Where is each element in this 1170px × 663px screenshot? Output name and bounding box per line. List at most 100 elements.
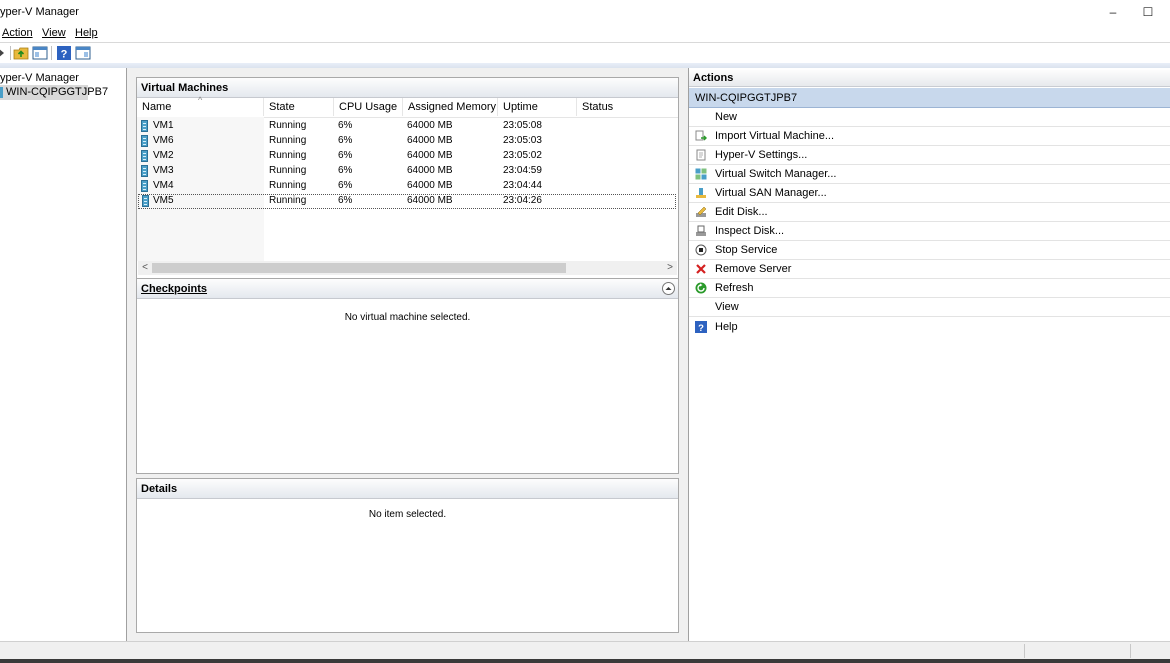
column-header-state[interactable]: State: [264, 98, 334, 116]
menu-help[interactable]: Help: [75, 27, 98, 39]
action-edit-disk-label: Edit Disk...: [715, 206, 768, 218]
action-refresh[interactable]: Refresh: [689, 279, 1170, 298]
stop-icon: [695, 244, 707, 256]
vm-state: Running: [269, 180, 307, 191]
toolbar-separator: [10, 46, 11, 60]
action-switch-label: Virtual Switch Manager...: [715, 168, 837, 180]
action-edit-disk[interactable]: Edit Disk...: [689, 203, 1170, 222]
title-bar: yper-V Manager – ☐: [0, 0, 1170, 24]
action-pane-icon[interactable]: [75, 45, 91, 61]
vm-row[interactable]: VM6 Running 6% 64000 MB 23:05:03: [137, 134, 676, 149]
navigation-tree: yper-V Manager WIN-CQIPGGTJPB7: [0, 68, 127, 641]
vm-state: Running: [269, 150, 307, 161]
action-stop-service-label: Stop Service: [715, 244, 778, 256]
vm-assigned-memory: 64000 MB: [407, 135, 453, 146]
vm-horizontal-scrollbar[interactable]: < >: [138, 261, 677, 275]
server-icon: [0, 87, 3, 98]
vm-state: Running: [269, 195, 307, 206]
vm-uptime: 23:05:03: [503, 135, 542, 146]
action-san-label: Virtual SAN Manager...: [715, 187, 827, 199]
window-title: yper-V Manager: [0, 6, 79, 18]
vm-row[interactable]: VM2 Running 6% 64000 MB 23:05:02: [137, 149, 676, 164]
vm-icon: [141, 180, 148, 192]
show-hide-tree-icon[interactable]: [32, 45, 48, 61]
vm-name: VM6: [153, 135, 174, 146]
vm-state: Running: [269, 120, 307, 131]
menu-view-label: View: [42, 27, 66, 39]
action-refresh-label: Refresh: [715, 282, 754, 294]
action-view-label: View: [715, 301, 739, 313]
vm-name: VM4: [153, 180, 174, 191]
menu-action[interactable]: Action: [2, 27, 33, 39]
action-remove-server[interactable]: Remove Server: [689, 260, 1170, 279]
import-icon: [695, 130, 707, 141]
settings-page-icon: [696, 149, 706, 161]
action-inspect-disk[interactable]: Inspect Disk...: [689, 222, 1170, 241]
vm-name: VM2: [153, 150, 174, 161]
menu-bar: Action View Help: [0, 24, 1170, 42]
up-folder-icon[interactable]: [13, 45, 29, 61]
virtual-machines-header: Virtual Machines: [137, 78, 678, 98]
virtual-machines-panel: Virtual Machines Name ^ State CPU Usage …: [136, 77, 679, 280]
collapse-panel-icon[interactable]: [661, 281, 676, 296]
action-stop-service[interactable]: Stop Service: [689, 241, 1170, 260]
menu-view[interactable]: View: [42, 27, 66, 39]
status-bar-divider: [1024, 644, 1025, 658]
maximize-button[interactable]: ☐: [1138, 2, 1158, 22]
actions-header: Actions: [689, 70, 1170, 87]
column-header-assigned-memory[interactable]: Assigned Memory: [403, 98, 498, 116]
vm-assigned-memory: 64000 MB: [407, 195, 453, 206]
column-header-uptime[interactable]: Uptime: [498, 98, 577, 116]
action-new[interactable]: New: [689, 108, 1170, 127]
action-import-label: Import Virtual Machine...: [715, 130, 835, 142]
vm-assigned-memory: 64000 MB: [407, 120, 453, 131]
checkpoints-panel: Checkpoints No virtual machine selected.: [136, 278, 679, 474]
refresh-icon: [695, 282, 707, 294]
actions-server-header[interactable]: WIN-CQIPGGTJPB7: [689, 88, 1170, 108]
checkpoints-empty-message: No virtual machine selected.: [344, 312, 471, 323]
details-header: Details: [137, 479, 678, 499]
action-view[interactable]: View: [689, 298, 1170, 317]
column-header-cpu-usage[interactable]: CPU Usage: [334, 98, 403, 116]
scroll-right-arrow-icon[interactable]: >: [663, 261, 677, 275]
virtual-machines-title: Virtual Machines: [141, 82, 229, 94]
vm-cpu-usage: 6%: [338, 150, 353, 161]
action-import-virtual-machine[interactable]: Import Virtual Machine...: [689, 127, 1170, 146]
action-virtual-switch-manager[interactable]: Virtual Switch Manager...: [689, 165, 1170, 184]
vm-uptime: 23:05:08: [503, 120, 542, 131]
scroll-left-arrow-icon[interactable]: <: [138, 261, 152, 275]
column-header-status[interactable]: Status: [577, 98, 678, 116]
checkpoints-title: Checkpoints: [141, 283, 208, 295]
scrollbar-thumb[interactable]: [152, 263, 566, 273]
tree-item-server[interactable]: WIN-CQIPGGTJPB7: [0, 85, 108, 100]
details-empty-message: No item selected.: [368, 509, 447, 520]
checkpoints-header: Checkpoints: [137, 279, 678, 299]
vm-row[interactable]: VM4 Running 6% 64000 MB 23:04:44: [137, 179, 676, 194]
vm-row[interactable]: VM5 Running 6% 64000 MB 23:04:26: [138, 194, 676, 209]
vm-row[interactable]: VM1 Running 6% 64000 MB 23:05:08: [137, 119, 676, 134]
help-icon: ?: [695, 321, 707, 333]
vm-uptime: 23:04:44: [503, 180, 542, 191]
vm-row[interactable]: VM3 Running 6% 64000 MB 23:04:59: [137, 164, 676, 179]
forward-arrow-icon[interactable]: [0, 45, 10, 61]
vm-name: VM1: [153, 120, 174, 131]
vm-uptime: 23:04:59: [503, 165, 542, 176]
action-settings-label: Hyper-V Settings...: [715, 149, 808, 161]
svg-text:?: ?: [61, 49, 68, 61]
minimize-button[interactable]: –: [1103, 2, 1123, 22]
vm-uptime: 23:04:26: [503, 195, 542, 206]
vm-icon: [141, 150, 148, 162]
actions-title: Actions: [693, 72, 734, 84]
status-bar-divider: [1130, 644, 1131, 658]
actions-pane: Actions WIN-CQIPGGTJPB7 New Import Virtu…: [689, 68, 1170, 641]
action-new-label: New: [715, 111, 738, 123]
action-virtual-san-manager[interactable]: Virtual SAN Manager...: [689, 184, 1170, 203]
vm-cpu-usage: 6%: [338, 120, 353, 131]
action-hyperv-settings[interactable]: Hyper-V Settings...: [689, 146, 1170, 165]
help-icon[interactable]: ?: [56, 45, 72, 61]
vm-icon: [141, 135, 148, 147]
center-pane: Virtual Machines Name ^ State CPU Usage …: [127, 68, 689, 641]
tree-root-hyperv-manager[interactable]: yper-V Manager: [0, 72, 79, 84]
action-help[interactable]: ? Help: [689, 318, 1170, 337]
status-bar: [0, 641, 1170, 660]
